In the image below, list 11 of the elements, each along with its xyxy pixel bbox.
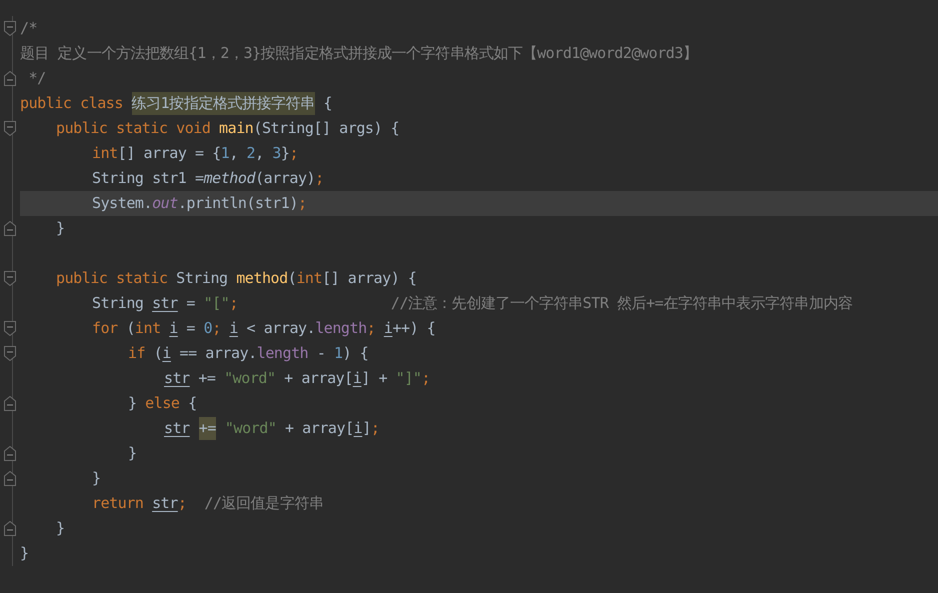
fold-collapse-icon[interactable]	[4, 346, 16, 361]
fold-end-icon[interactable]	[4, 471, 16, 486]
fold-end-icon[interactable]	[4, 71, 16, 86]
fold-end-icon[interactable]	[4, 221, 16, 236]
fold-collapse-icon[interactable]	[4, 121, 16, 136]
fold-collapse-icon[interactable]	[4, 21, 16, 36]
fold-collapse-icon[interactable]	[4, 321, 16, 336]
fold-end-icon[interactable]	[4, 446, 16, 461]
fold-end-icon[interactable]	[4, 521, 16, 536]
fold-collapse-icon[interactable]	[4, 271, 16, 286]
fold-end-icon[interactable]	[4, 396, 16, 411]
